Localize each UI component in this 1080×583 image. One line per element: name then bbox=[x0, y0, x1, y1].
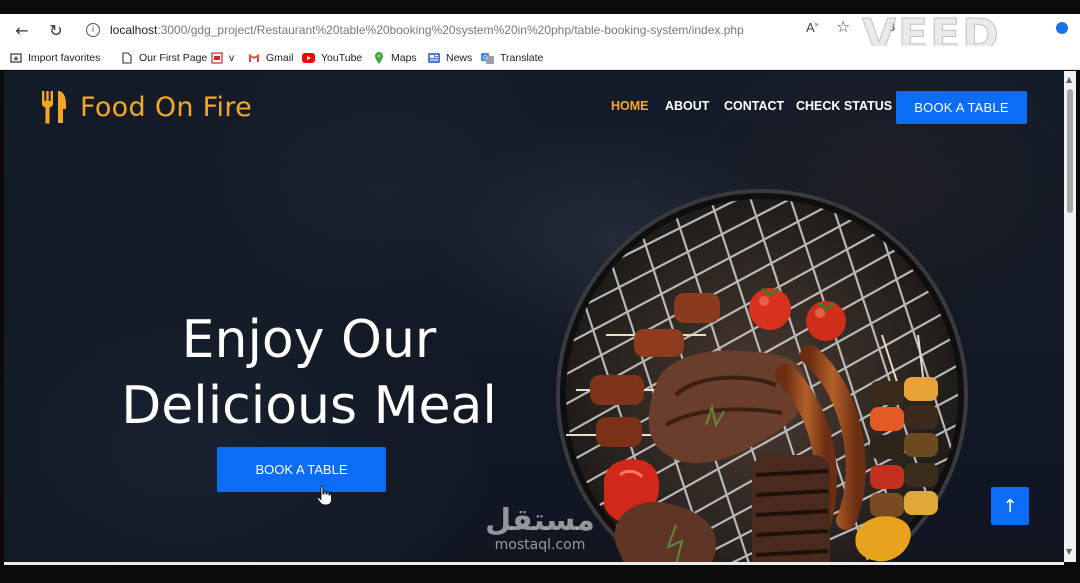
page-icon bbox=[120, 52, 133, 64]
svg-text:G: G bbox=[483, 55, 488, 61]
bookmark-label: Our First Page bbox=[139, 52, 208, 64]
screen: ← ↻ i localhost:3000/gdg_project/Restaur… bbox=[0, 0, 1080, 583]
bookmark-import-favorites[interactable]: Import favorites bbox=[9, 50, 100, 66]
youtube-icon bbox=[302, 52, 315, 64]
nav-contact[interactable]: CONTACT bbox=[724, 99, 784, 117]
favorite-star-icon[interactable]: ☆ bbox=[836, 17, 850, 36]
back-arrow-icon[interactable]: ← bbox=[12, 20, 32, 40]
hand-cursor-icon bbox=[316, 485, 332, 506]
bookmark-label: YouTube bbox=[321, 52, 363, 64]
profile-icon[interactable] bbox=[1056, 22, 1068, 34]
bookmark-translate[interactable]: G Translate bbox=[481, 50, 543, 66]
nav-check-status[interactable]: CHECK STATUS bbox=[796, 99, 892, 117]
maps-icon bbox=[372, 52, 385, 64]
read-aloud-icon[interactable]: A» bbox=[806, 20, 819, 35]
page-scrollbar[interactable]: ▲ ▼ bbox=[1064, 71, 1076, 562]
brand-logo[interactable]: Food On Fire bbox=[40, 89, 252, 125]
gmail-icon bbox=[247, 52, 260, 64]
bookmark-v[interactable]: v bbox=[210, 50, 234, 66]
url-path: :3000/gdg_project/Restaurant%20table%20b… bbox=[157, 23, 744, 37]
bookmark-maps[interactable]: Maps bbox=[372, 50, 417, 66]
pdf-icon bbox=[210, 52, 223, 64]
hero-line-1: Enjoy Our bbox=[181, 310, 437, 370]
mostaql-latin: mostaql.com bbox=[494, 537, 586, 553]
fork-knife-icon bbox=[42, 91, 66, 124]
hero-line-2: Delicious Meal bbox=[121, 376, 497, 436]
bookmark-label: Translate bbox=[500, 52, 544, 64]
nav-about[interactable]: ABOUT bbox=[665, 99, 709, 117]
import-icon bbox=[9, 52, 22, 64]
url-host: localhost bbox=[110, 23, 158, 37]
scroll-up-icon[interactable]: ▲ bbox=[1066, 75, 1072, 84]
bookmark-label: v bbox=[229, 52, 235, 64]
brand-name: Food On Fire bbox=[80, 91, 253, 123]
mostaql-watermark: مستقل mostaql.com bbox=[470, 503, 610, 554]
reload-icon[interactable]: ↻ bbox=[46, 20, 66, 40]
bottom-border bbox=[4, 562, 1064, 565]
bookmark-label: Maps bbox=[391, 52, 417, 64]
bottom-band bbox=[0, 562, 1080, 583]
translate-icon: G bbox=[481, 52, 494, 64]
nav-home[interactable]: HOME bbox=[611, 99, 649, 117]
bookmark-label: Gmail bbox=[266, 52, 294, 64]
mostaql-arabic: مستقل bbox=[485, 503, 595, 538]
hero-heading: Enjoy Our Delicious Meal bbox=[104, 307, 514, 439]
bookmark-youtube[interactable]: YouTube bbox=[302, 50, 362, 66]
url-text[interactable]: localhost:3000/gdg_project/Restaurant%20… bbox=[110, 23, 744, 37]
info-icon[interactable]: i bbox=[86, 23, 100, 37]
bookmark-label: News bbox=[446, 52, 473, 64]
address-bar[interactable]: i localhost:3000/gdg_project/Restaurant%… bbox=[86, 18, 866, 42]
scroll-to-top-button[interactable]: ↑ bbox=[991, 487, 1029, 525]
book-table-nav-button[interactable]: BOOK A TABLE bbox=[896, 91, 1027, 124]
page-viewport: Food On Fire HOME ABOUT CONTACT CHECK ST… bbox=[4, 71, 1064, 562]
scrollbar-thumb[interactable] bbox=[1067, 89, 1073, 213]
news-icon bbox=[427, 52, 440, 64]
bookmark-gmail[interactable]: Gmail bbox=[247, 50, 293, 66]
grill-image bbox=[556, 189, 968, 562]
scroll-down-icon[interactable]: ▼ bbox=[1066, 547, 1072, 556]
bookmark-news[interactable]: News bbox=[427, 50, 472, 66]
bookmark-label: Import favorites bbox=[28, 52, 101, 64]
book-table-hero-button[interactable]: BOOK A TABLE bbox=[217, 447, 386, 492]
bookmark-our-first-page[interactable]: Our First Page bbox=[120, 50, 207, 66]
bookmarks-bar: Import favorites Our First Page v Gmail … bbox=[0, 46, 1080, 70]
